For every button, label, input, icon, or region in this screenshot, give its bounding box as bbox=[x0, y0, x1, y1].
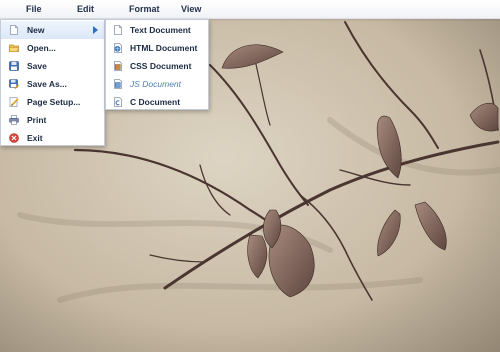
menu-bar: File Edit Format View bbox=[0, 0, 500, 19]
menu-file[interactable]: File bbox=[26, 0, 42, 19]
submenu-item-label: CSS Document bbox=[130, 61, 192, 71]
css-document-icon bbox=[114, 61, 122, 71]
menu-item-print[interactable]: Print bbox=[1, 111, 104, 129]
menu-item-exit[interactable]: Exit bbox=[1, 129, 104, 147]
js-document-icon bbox=[114, 79, 122, 89]
menu-item-label: Save As... bbox=[27, 79, 67, 89]
menu-item-save-as[interactable]: Save As... bbox=[1, 75, 104, 93]
html-document-icon bbox=[114, 43, 122, 53]
text-document-icon bbox=[114, 25, 122, 35]
menu-item-page-setup[interactable]: Page Setup... bbox=[1, 93, 104, 111]
exit-icon bbox=[9, 133, 19, 143]
new-document-icon bbox=[10, 25, 18, 35]
menu-item-open[interactable]: Open... bbox=[1, 39, 104, 57]
menu-item-label: Page Setup... bbox=[27, 97, 81, 107]
new-submenu-dropdown: Text Document HTML Document CSS Document… bbox=[105, 19, 209, 110]
submenu-item-c-document[interactable]: C Document bbox=[106, 93, 208, 111]
menu-format[interactable]: Format bbox=[129, 0, 160, 19]
submenu-item-label: HTML Document bbox=[130, 43, 198, 53]
menu-item-save[interactable]: Save bbox=[1, 57, 104, 75]
menu-item-label: Open... bbox=[27, 43, 56, 53]
submenu-item-html-document[interactable]: HTML Document bbox=[106, 39, 208, 57]
menu-item-label: Exit bbox=[27, 133, 43, 143]
c-document-icon bbox=[114, 97, 122, 107]
submenu-item-label: Text Document bbox=[130, 25, 191, 35]
submenu-item-css-document[interactable]: CSS Document bbox=[106, 57, 208, 75]
printer-icon bbox=[9, 115, 19, 125]
submenu-item-text-document[interactable]: Text Document bbox=[106, 21, 208, 39]
page-setup-icon bbox=[9, 97, 19, 107]
menu-item-label: Save bbox=[27, 61, 47, 71]
save-disk-icon bbox=[9, 61, 19, 71]
submenu-item-label: JS Document bbox=[130, 79, 182, 89]
file-menu-dropdown: New Open... Save Save As... Page Setup..… bbox=[0, 19, 105, 146]
submenu-item-label: C Document bbox=[130, 97, 181, 107]
menu-item-label: Print bbox=[27, 115, 47, 125]
submenu-item-js-document[interactable]: JS Document bbox=[106, 75, 208, 93]
menu-item-label: New bbox=[27, 25, 45, 35]
submenu-arrow-icon bbox=[93, 26, 98, 34]
menu-view[interactable]: View bbox=[181, 0, 201, 19]
save-as-icon bbox=[9, 79, 19, 89]
open-folder-icon bbox=[9, 44, 19, 52]
menu-item-new[interactable]: New bbox=[1, 21, 104, 39]
menu-edit[interactable]: Edit bbox=[77, 0, 94, 19]
